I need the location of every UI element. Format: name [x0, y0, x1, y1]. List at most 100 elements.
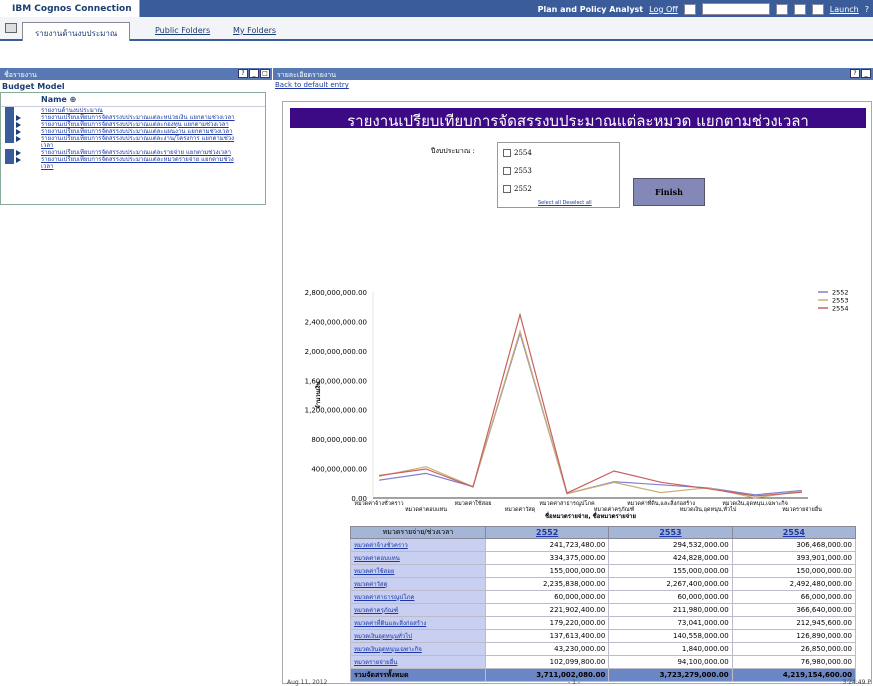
year-header[interactable]: 2552 — [484, 526, 610, 539]
line-chart: 0.00400,000,000.00800,000,000.001,200,00… — [288, 280, 868, 520]
finish-button[interactable]: Finish — [633, 178, 705, 206]
year-header[interactable]: 2553 — [608, 526, 733, 539]
cell-value: 1,840,000.00 — [608, 642, 733, 656]
list-item-continued[interactable]: เวลา — [1, 163, 265, 170]
year-checkbox[interactable] — [503, 185, 511, 193]
table-row: หมวดค่าที่ดินและสิ่งก่อสร้าง 179,220,000.… — [350, 616, 857, 630]
select-links: Select all Deselect all — [538, 200, 592, 206]
cell-value: 60,000,000.00 — [484, 590, 610, 604]
y-tick-label: 2,400,000,000.00 — [305, 318, 367, 326]
table-row: หมวดรายจ่ายอื่น 102,099,800.00 94,100,000.… — [350, 655, 857, 669]
info-icon[interactable] — [811, 3, 824, 15]
table-row: หมวดค่าครุภัณฑ์ 221,902,400.00 211,980,000… — [350, 603, 857, 617]
cell-value: 366,640,000.00 — [731, 603, 857, 617]
y-tick-label: 800,000,000.00 — [311, 436, 367, 444]
cell-value: 334,375,000.00 — [484, 551, 610, 565]
portal-home-icon[interactable] — [5, 23, 17, 33]
help-icon[interactable]: ? — [865, 5, 869, 14]
help-icon[interactable]: ? — [238, 69, 248, 78]
budget-table: หมวดรายจ่าย/ช่วงเวลา 2552 2553 2554 หมวด… — [350, 526, 857, 682]
row-label[interactable]: หมวดค่าที่ดินและสิ่งก่อสร้าง — [350, 616, 486, 630]
row-label[interactable]: หมวดค่าจ้างชั่วคราว — [350, 538, 486, 552]
row-label[interactable]: หมวดค่าวัสดุ — [350, 577, 486, 591]
row-label[interactable]: หมวดเงินอุดหนุนเฉพาะกิจ — [350, 642, 486, 656]
brand-title: IBM Cognos Connection — [0, 0, 140, 17]
tab-budget-reports[interactable]: รายงานด้านงบประมาณ — [22, 22, 131, 41]
right-panel: รายละเอียดรายงาน ? _ Back to default entr… — [273, 68, 873, 686]
cell-value: 179,220,000.00 — [484, 616, 610, 630]
select-all-link[interactable]: Select all — [538, 200, 561, 206]
list-item[interactable]: รายงานด้านงบประมาณ — [1, 107, 265, 115]
minimize-icon[interactable]: _ — [249, 69, 259, 78]
top-bar: IBM Cognos Connection Plan and Policy An… — [0, 0, 873, 17]
year-header[interactable]: 2554 — [731, 526, 857, 539]
tab-public-folders[interactable]: Public Folders — [143, 22, 222, 41]
right-panel-title: รายละเอียดรายงาน — [277, 71, 337, 79]
tab-my-folders[interactable]: My Folders — [221, 22, 288, 41]
logoff-link[interactable]: Log Off — [649, 5, 678, 14]
right-panel-header: รายละเอียดรายงาน ? _ — [273, 68, 873, 80]
year-option: 2552 — [514, 185, 532, 193]
year-prompt-label: ปีงบประมาณ : — [431, 147, 475, 155]
x-tick-label: หมวดค่าใช้สอย — [455, 500, 492, 507]
toolbar-icon[interactable] — [683, 3, 696, 15]
report-title: รายงานเปรียบเทียบการจัดสรรงบประมาณแต่ละห… — [290, 108, 866, 130]
x-tick-label: หมวดค่าวัสดุ — [505, 506, 536, 513]
table-header-label: หมวดรายจ่าย/ช่วงเวลา — [350, 526, 486, 539]
table-row: หมวดค่าจ้างชั่วคราว 241,723,480.00 294,532… — [350, 538, 857, 552]
x-tick-label: หมวดค่าจ้างชั่วคราว — [354, 499, 403, 507]
list-item[interactable]: รายงานเปรียบเทียบการจัดสรรงบประมาณแต่ละร… — [1, 149, 265, 157]
help-icon[interactable]: ? — [850, 69, 860, 78]
cell-value: 155,000,000.00 — [608, 564, 733, 578]
legend-label: 2552 — [832, 289, 849, 297]
x-tick-label: หมวดค่าตอบแทน — [405, 507, 447, 513]
row-label[interactable]: หมวดค่าสาธารณูปโภค — [350, 590, 486, 604]
list-item[interactable]: รายงานเปรียบเทียบการจัดสรรงบประมาณแต่ละแ… — [1, 128, 265, 136]
home-icon[interactable] — [793, 3, 806, 15]
table-row: หมวดค่าใช้สอย 155,000,000.00 155,000,000.0… — [350, 564, 857, 578]
report-list: Name ⊕ รายงานด้านงบประมาณ รายงานเปรียบเท… — [0, 92, 266, 205]
row-label[interactable]: หมวดค่าใช้สอย — [350, 564, 486, 578]
list-item[interactable]: รายงานเปรียบเทียบการจัดสรรงบประมาณแต่ละก… — [1, 121, 265, 129]
cell-value: 2,492,480,000.00 — [731, 577, 857, 591]
model-title: Budget Model — [2, 82, 65, 91]
year-checkbox[interactable] — [503, 149, 511, 157]
launch-menu[interactable]: Launch — [830, 5, 859, 14]
row-label[interactable]: หมวดค่าตอบแทน — [350, 551, 486, 565]
minimize-icon[interactable]: _ — [861, 69, 871, 78]
cell-value: 294,532,000.00 — [608, 538, 733, 552]
row-label: รวมจัดสรรทั้งหมด — [350, 668, 486, 682]
list-header[interactable]: Name ⊕ — [1, 93, 265, 107]
list-item[interactable]: รายงานเปรียบเทียบการจัดสรรงบประมาณแต่ละห… — [1, 156, 265, 164]
x-tick-label: หมวดรายจ่ายอื่น — [782, 505, 822, 513]
list-item-continued[interactable]: เวลา — [1, 142, 265, 149]
cell-value: 424,828,000.00 — [608, 551, 733, 565]
view-icon[interactable] — [775, 3, 788, 15]
maximize-icon[interactable]: □ — [260, 69, 270, 78]
cell-value: 211,980,000.00 — [608, 603, 733, 617]
cell-value: 2,235,838,000.00 — [484, 577, 610, 591]
cell-value: 94,100,000.00 — [608, 655, 733, 669]
user-role: Plan and Policy Analyst — [537, 4, 644, 14]
legend-label: 2553 — [832, 297, 849, 305]
table-total-row: รวมจัดสรรทั้งหมด 3,711,002,080.00 3,723,27… — [350, 668, 857, 682]
left-panel-header: ชื่อรายงาน ? _ □ — [0, 68, 272, 80]
table-row: หมวดเงินอุดหนุนเฉพาะกิจ 43,230,000.00 1,84… — [350, 642, 857, 656]
row-label[interactable]: หมวดค่าครุภัณฑ์ — [350, 603, 486, 617]
list-item[interactable]: รายงานเปรียบเทียบการจัดสรรงบประมาณแต่ละห… — [1, 114, 265, 122]
year-option: 2553 — [514, 167, 532, 175]
y-tick-label: 400,000,000.00 — [311, 466, 367, 474]
x-tick-label: หมวดเงิน,อุดหนุน,ทั่วไป — [680, 505, 737, 513]
deselect-all-link[interactable]: Deselect all — [562, 200, 591, 206]
cell-value: 140,558,000.00 — [608, 629, 733, 643]
search-input[interactable] — [701, 3, 770, 15]
year-checkbox[interactable] — [503, 167, 511, 175]
report-viewer: รายงานเปรียบเทียบการจัดสรรงบประมาณแต่ละห… — [282, 101, 872, 686]
row-label[interactable]: หมวดเงินอุดหนุนทั่วไป — [350, 629, 486, 643]
cell-value: 2,267,400,000.00 — [608, 577, 733, 591]
list-item[interactable]: รายงานเปรียบเทียบการจัดสรรงบประมาณแต่ละง… — [1, 135, 265, 143]
row-label[interactable]: หมวดรายจ่ายอื่น — [350, 655, 486, 669]
y-tick-label: 1,600,000,000.00 — [305, 377, 367, 385]
cell-value: 241,723,480.00 — [484, 538, 610, 552]
back-to-default-link[interactable]: Back to default entry — [273, 80, 873, 90]
